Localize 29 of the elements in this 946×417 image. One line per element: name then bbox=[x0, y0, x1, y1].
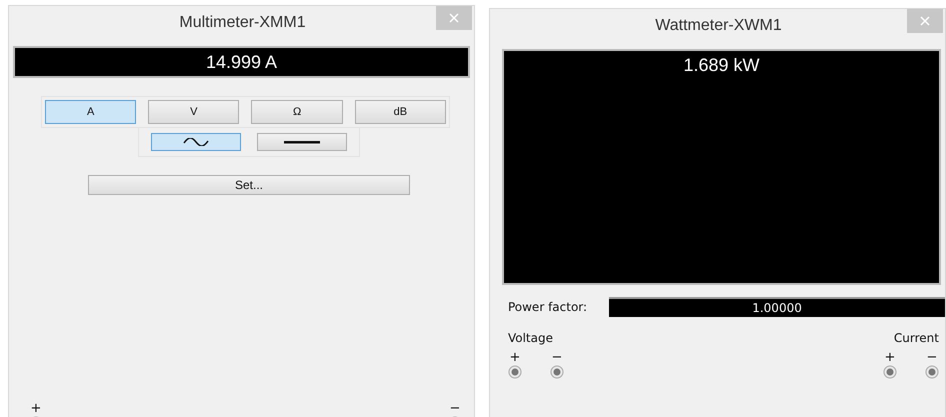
terminal-jack-icon[interactable] bbox=[925, 365, 939, 379]
polarity-label: + bbox=[510, 351, 520, 365]
close-icon bbox=[920, 16, 930, 26]
mode-button[interactable]: A bbox=[45, 100, 136, 124]
polarity-label: − bbox=[926, 351, 938, 365]
mode-button[interactable]: V bbox=[148, 100, 240, 124]
straight-line-icon bbox=[284, 140, 320, 144]
polarity-label: − bbox=[552, 351, 562, 365]
set-button[interactable]: Set... bbox=[88, 175, 410, 195]
terminal-jack-icon[interactable] bbox=[883, 365, 897, 379]
terminal-jack-icon[interactable] bbox=[508, 365, 522, 379]
terminal-group-label: Current bbox=[894, 331, 939, 345]
close-icon bbox=[448, 13, 459, 23]
terminal-group-label: Voltage bbox=[508, 331, 554, 345]
power-factor-value: 1.00000 bbox=[609, 297, 945, 317]
power-factor-label: Power factor: bbox=[508, 300, 588, 314]
polarity-label: + bbox=[30, 402, 42, 416]
reading-display: 1.689 kW bbox=[502, 49, 941, 285]
reading-display: 14.999 A bbox=[13, 46, 470, 78]
polarity-label: + bbox=[884, 351, 896, 365]
sine-wave-icon bbox=[183, 138, 209, 146]
waveform-button[interactable] bbox=[257, 133, 347, 151]
mode-button[interactable]: dB bbox=[354, 100, 446, 124]
terminal-jack-icon[interactable] bbox=[550, 365, 564, 379]
window-title: Multimeter-XMM1 bbox=[178, 14, 307, 32]
mode-button[interactable]: Ω bbox=[251, 100, 343, 124]
waveform-button[interactable] bbox=[151, 133, 241, 151]
window-title: Wattmeter-XWM1 bbox=[654, 17, 783, 35]
polarity-label: − bbox=[450, 402, 460, 416]
